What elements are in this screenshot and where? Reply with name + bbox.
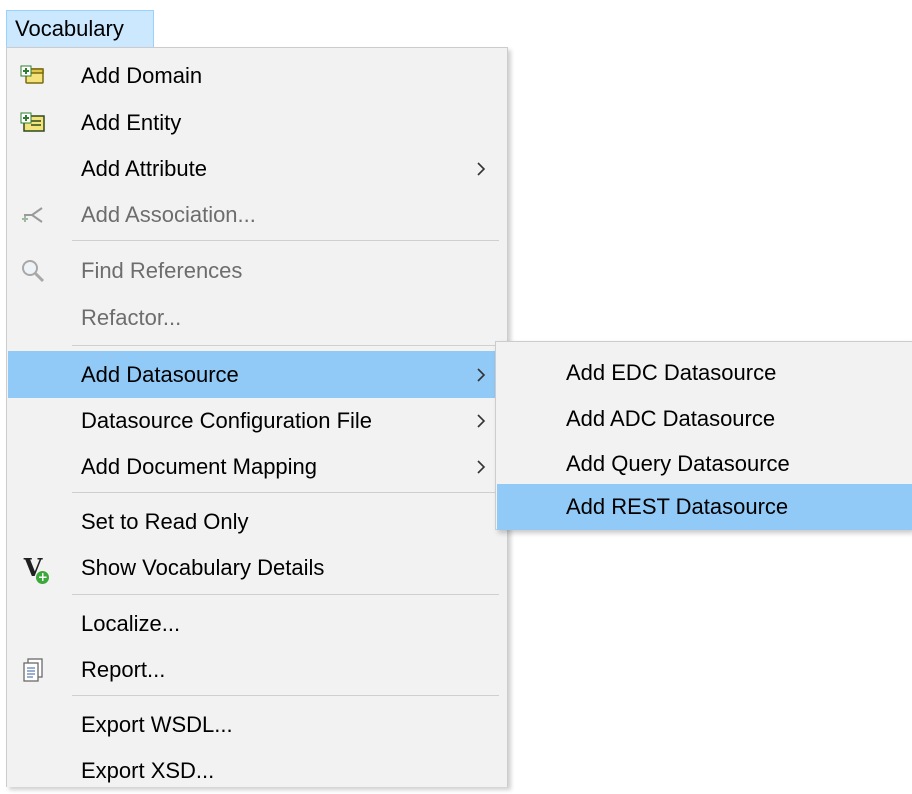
submenu-item-add-adc-datasource[interactable]: Add ADC Datasource: [497, 396, 912, 442]
menu-item-label: Export WSDL...: [81, 711, 233, 737]
menu-item-label: Add Attribute: [81, 155, 207, 181]
menu-item-label: Refactor...: [81, 304, 182, 330]
add-domain-icon: [19, 62, 47, 90]
chevron-right-icon: [477, 414, 486, 428]
menu-item-add-document-mapping[interactable]: Add Document Mapping: [8, 443, 506, 490]
menu-item-label: Export XSD...: [81, 757, 215, 783]
menu-item-label: Find References: [81, 257, 243, 283]
menu-item-export-wsdl[interactable]: Export WSDL...: [8, 701, 506, 748]
submenu-item-label: Add EDC Datasource: [566, 360, 777, 385]
menu-item-show-vocabulary-details[interactable]: V + Show Vocabulary Details: [8, 544, 506, 591]
menu-item-label: Add Datasource: [81, 361, 239, 387]
menu-item-add-entity[interactable]: Add Entity: [8, 99, 506, 146]
menu-item-refactor[interactable]: Refactor...: [8, 294, 506, 341]
submenu-item-add-rest-datasource[interactable]: Add REST Datasource: [497, 484, 912, 530]
menu-item-label: Add Document Mapping: [81, 453, 318, 479]
add-datasource-submenu: Add EDC Datasource Add ADC Datasource Ad…: [495, 341, 912, 530]
menu-item-label: Datasource Configuration File: [81, 407, 373, 433]
menu-item-set-to-read-only[interactable]: Set to Read Only: [8, 498, 506, 545]
menu-item-label: Set to Read Only: [81, 508, 249, 534]
submenu-item-label: Add Query Datasource: [566, 451, 790, 476]
submenu-item-add-edc-datasource[interactable]: Add EDC Datasource: [497, 350, 912, 396]
menu-item-add-domain[interactable]: Add Domain: [8, 52, 506, 99]
chevron-right-icon: [477, 368, 486, 382]
vocabulary-menu: Add Domain Add Entity Add Attribute Add: [6, 47, 508, 787]
menubar-vocabulary-label: Vocabulary: [15, 16, 124, 41]
menu-separator: [72, 594, 499, 595]
submenu-item-label: Add REST Datasource: [566, 494, 789, 519]
menu-item-localize[interactable]: Localize...: [8, 600, 506, 647]
submenu-item-add-query-datasource[interactable]: Add Query Datasource: [497, 441, 912, 487]
menu-separator: [72, 492, 499, 493]
menu-item-label: Add Association...: [81, 201, 256, 227]
submenu-item-label: Add ADC Datasource: [566, 406, 776, 431]
menu-item-label: Add Entity: [81, 109, 182, 135]
menu-separator: [72, 345, 499, 346]
menu-separator: [72, 695, 499, 696]
menu-item-label: Add Domain: [81, 62, 203, 88]
chevron-right-icon: [477, 460, 486, 474]
magnifier-icon: [19, 257, 47, 285]
vocabulary-details-icon: V +: [23, 553, 50, 584]
add-entity-icon: [19, 109, 47, 137]
menu-item-add-attribute[interactable]: Add Attribute: [8, 145, 506, 192]
chevron-right-icon: [477, 162, 486, 176]
menu-item-datasource-configuration-file[interactable]: Datasource Configuration File: [8, 397, 506, 444]
menu-item-report[interactable]: Report...: [8, 646, 506, 693]
menu-item-add-association[interactable]: Add Association...: [8, 191, 506, 238]
menu-item-label: Report...: [81, 656, 166, 682]
menu-item-label: Localize...: [81, 610, 181, 636]
menu-item-add-datasource[interactable]: Add Datasource: [8, 351, 506, 398]
report-icon: [19, 656, 47, 684]
add-association-icon: [19, 201, 47, 229]
menu-item-find-references[interactable]: Find References: [8, 247, 506, 294]
menubar-vocabulary[interactable]: Vocabulary: [6, 10, 154, 48]
menu-item-label: Show Vocabulary Details: [81, 554, 325, 580]
menu-separator: [72, 240, 499, 241]
